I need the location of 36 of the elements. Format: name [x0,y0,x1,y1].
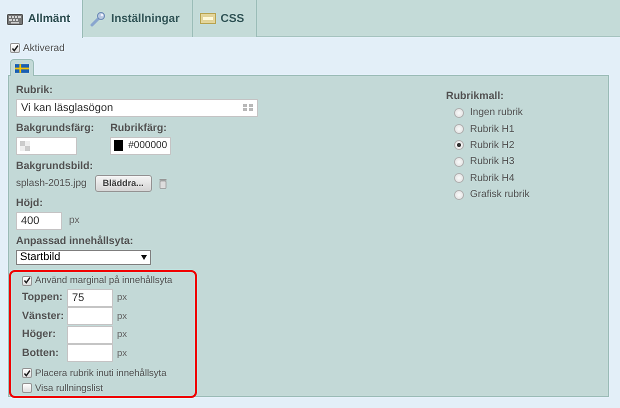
unit-label: px [69,215,80,226]
unit-label: px [117,310,128,322]
field-label: Rubrik: [16,84,54,96]
tab[interactable]: CSS [192,0,258,37]
field-label: Vänster: [22,310,66,323]
color-field[interactable]: #000000 [110,136,172,154]
unit-label: px [117,329,128,340]
dropdown[interactable]: Startbild [16,250,151,264]
heading-field[interactable]: Vi kan läsglasögon [16,98,258,116]
checkbox-label: Placera rubrik inuti innehållsyta [35,368,166,378]
radio-label: Rubrik H1 [470,124,514,135]
radio-label: Rubrik H3 [470,156,514,168]
height-field[interactable]: 400 [16,212,62,230]
radio-label: Ingen rubrik [470,107,523,118]
tab[interactable]: Inställningar [83,0,193,37]
unit-label: px [117,292,128,304]
field-label: Toppen: [22,291,64,304]
field-label: Rubrikmall: [446,90,505,102]
field-label: Höger: [22,328,57,342]
checkbox-label: Använd marginal på innehållsyta [35,275,172,286]
field-label: Botten: [22,346,60,360]
margin-field[interactable]: 75 [67,288,113,307]
field-label: Rubrikfärg: [110,122,168,134]
unit-label: px [117,348,128,359]
checkbox-label: Visa rullningslist [35,382,103,394]
radio-label: Rubrik H4 [470,172,514,184]
field-label: Bakgrundsfärg: [16,122,94,134]
radio-label: Grafisk rubrik [470,189,530,200]
file-name: splash-2015.jpg [16,178,87,188]
radio-label: Rubrik H2 [470,140,514,151]
field-label: Bakgrundsbild: [16,160,94,172]
field-label: Anpassad innehållsyta: [16,234,134,248]
tab[interactable]: Allmänt [0,0,84,38]
field-label: Höjd: [16,196,44,210]
browse-button[interactable]: Bläddra... [94,174,152,192]
checkbox-label: Aktiverad [23,42,65,54]
